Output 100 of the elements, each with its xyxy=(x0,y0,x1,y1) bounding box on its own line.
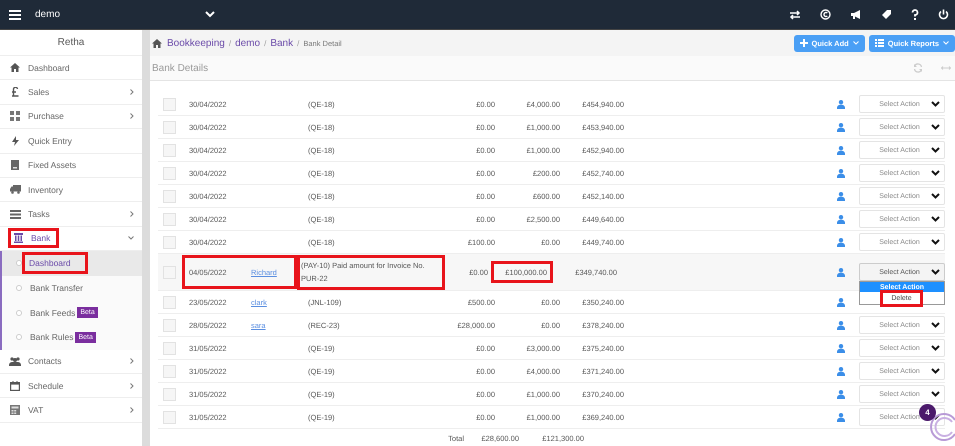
row-checkbox[interactable] xyxy=(163,296,176,308)
chevron-down-icon xyxy=(931,269,940,275)
row-checkbox[interactable] xyxy=(163,212,176,226)
user-icon[interactable] xyxy=(835,214,847,224)
megaphone-icon[interactable] xyxy=(850,9,862,20)
chevron-down-icon xyxy=(931,368,940,374)
user-icon[interactable] xyxy=(835,344,847,352)
help-icon[interactable] xyxy=(911,9,919,20)
user-icon[interactable] xyxy=(835,412,847,422)
people-icon xyxy=(9,356,21,366)
chevron-down-icon xyxy=(931,147,940,153)
menu-label: Bank Rules xyxy=(30,332,74,342)
row-checkbox[interactable] xyxy=(163,342,176,354)
chevron-right-icon xyxy=(130,211,134,218)
menu-label: VAT xyxy=(28,404,44,415)
tree-dot xyxy=(16,260,22,266)
row-checkbox[interactable] xyxy=(163,410,176,424)
menu-label: Inventory xyxy=(28,184,63,195)
row-checkbox[interactable] xyxy=(163,144,176,156)
menu-label: Purchase xyxy=(28,111,64,122)
plus-icon xyxy=(800,39,808,47)
list-icon xyxy=(9,210,21,219)
breadcrumb-link[interactable]: Bookkeeping xyxy=(167,38,225,48)
user-icon[interactable] xyxy=(835,168,847,178)
user-icon[interactable] xyxy=(835,146,847,154)
chevron-down-icon xyxy=(931,101,940,107)
row-checkbox[interactable] xyxy=(163,236,176,248)
menu-label: Bank Feeds xyxy=(30,308,76,318)
menu-label: Bank xyxy=(31,233,50,244)
menu-label: Contacts xyxy=(28,356,62,366)
grid-icon xyxy=(9,111,21,122)
submenu-item[interactable]: Bank Transfer xyxy=(2,276,142,300)
breadcrumb-separator: / xyxy=(297,38,300,48)
document-icon xyxy=(9,160,21,170)
breadcrumb-link[interactable]: demo xyxy=(235,38,260,48)
user-icon[interactable] xyxy=(835,268,847,276)
user-icon[interactable] xyxy=(835,122,847,132)
chevron-right-icon xyxy=(130,406,134,413)
chevron-down-icon xyxy=(931,239,940,245)
user-icon[interactable] xyxy=(835,320,847,330)
breadcrumb-link[interactable]: Bank xyxy=(270,38,294,48)
chevron-down-icon xyxy=(931,391,940,397)
chevron-right-icon xyxy=(130,113,134,120)
chevron-down-icon xyxy=(931,124,940,130)
chevron-down-icon xyxy=(931,193,940,199)
tree-dot xyxy=(16,310,22,316)
menu-label: Dashboard xyxy=(28,62,70,73)
row-checkbox[interactable] xyxy=(163,388,176,400)
home-icon xyxy=(9,63,21,72)
user-icon[interactable] xyxy=(835,238,847,246)
row-checkbox[interactable] xyxy=(163,364,176,378)
sidebar-item[interactable]: Fixed Assets xyxy=(0,154,142,178)
tag-icon[interactable] xyxy=(881,9,892,20)
row-checkbox[interactable] xyxy=(163,318,176,332)
company-name[interactable]: demo xyxy=(35,9,60,20)
menu-label: Schedule xyxy=(28,380,64,391)
home-icon[interactable] xyxy=(152,38,162,48)
menu-label: Quick Entry xyxy=(28,136,72,146)
chevron-down-icon xyxy=(943,41,949,45)
currency-icon xyxy=(9,87,21,98)
sidebar-item[interactable]: VAT xyxy=(0,398,142,423)
chevron-down-icon xyxy=(852,41,859,45)
lightning-icon xyxy=(9,136,21,146)
row-checkbox[interactable] xyxy=(163,166,176,180)
tree-dot xyxy=(16,285,22,292)
breadcrumb-separator: / xyxy=(228,38,232,48)
bank-icon xyxy=(12,233,24,244)
chevron-right-icon xyxy=(130,358,134,364)
user-icon[interactable] xyxy=(835,100,847,108)
menu-icon[interactable] xyxy=(9,10,21,20)
tree-dot xyxy=(16,334,22,340)
menu-label: Bank Transfer xyxy=(30,283,83,294)
chevron-down-icon xyxy=(931,345,940,351)
submenu-item[interactable]: Dashboard xyxy=(2,251,142,276)
menu-label: Sales xyxy=(28,87,50,98)
chevron-down-icon xyxy=(931,322,940,328)
user-icon[interactable] xyxy=(835,366,847,376)
calendar-icon xyxy=(9,380,21,391)
panel-title: Bank Details xyxy=(152,62,208,74)
breadcrumb-separator: / xyxy=(264,38,266,48)
calculator-icon xyxy=(9,404,21,415)
power-icon[interactable] xyxy=(938,9,949,20)
menu-label: Tasks xyxy=(28,209,50,220)
row-checkbox[interactable] xyxy=(163,120,176,134)
user-icon[interactable] xyxy=(835,390,847,398)
row-checkbox[interactable] xyxy=(163,98,176,110)
chevron-right-icon xyxy=(130,89,134,96)
menu-label: Dashboard xyxy=(29,258,71,268)
user-icon[interactable] xyxy=(835,298,847,306)
chevron-down-icon xyxy=(931,170,940,176)
row-checkbox[interactable] xyxy=(163,190,176,202)
chevron-right-icon xyxy=(130,382,134,389)
user-icon[interactable] xyxy=(835,192,847,200)
swap-icon[interactable] xyxy=(789,10,801,20)
chevron-down-icon xyxy=(931,216,940,222)
chevron-down-icon[interactable] xyxy=(205,11,215,18)
truck-icon xyxy=(9,185,21,194)
menu-label: Fixed Assets xyxy=(28,160,76,170)
copyright-icon[interactable] xyxy=(820,9,831,20)
list-icon xyxy=(874,39,884,47)
